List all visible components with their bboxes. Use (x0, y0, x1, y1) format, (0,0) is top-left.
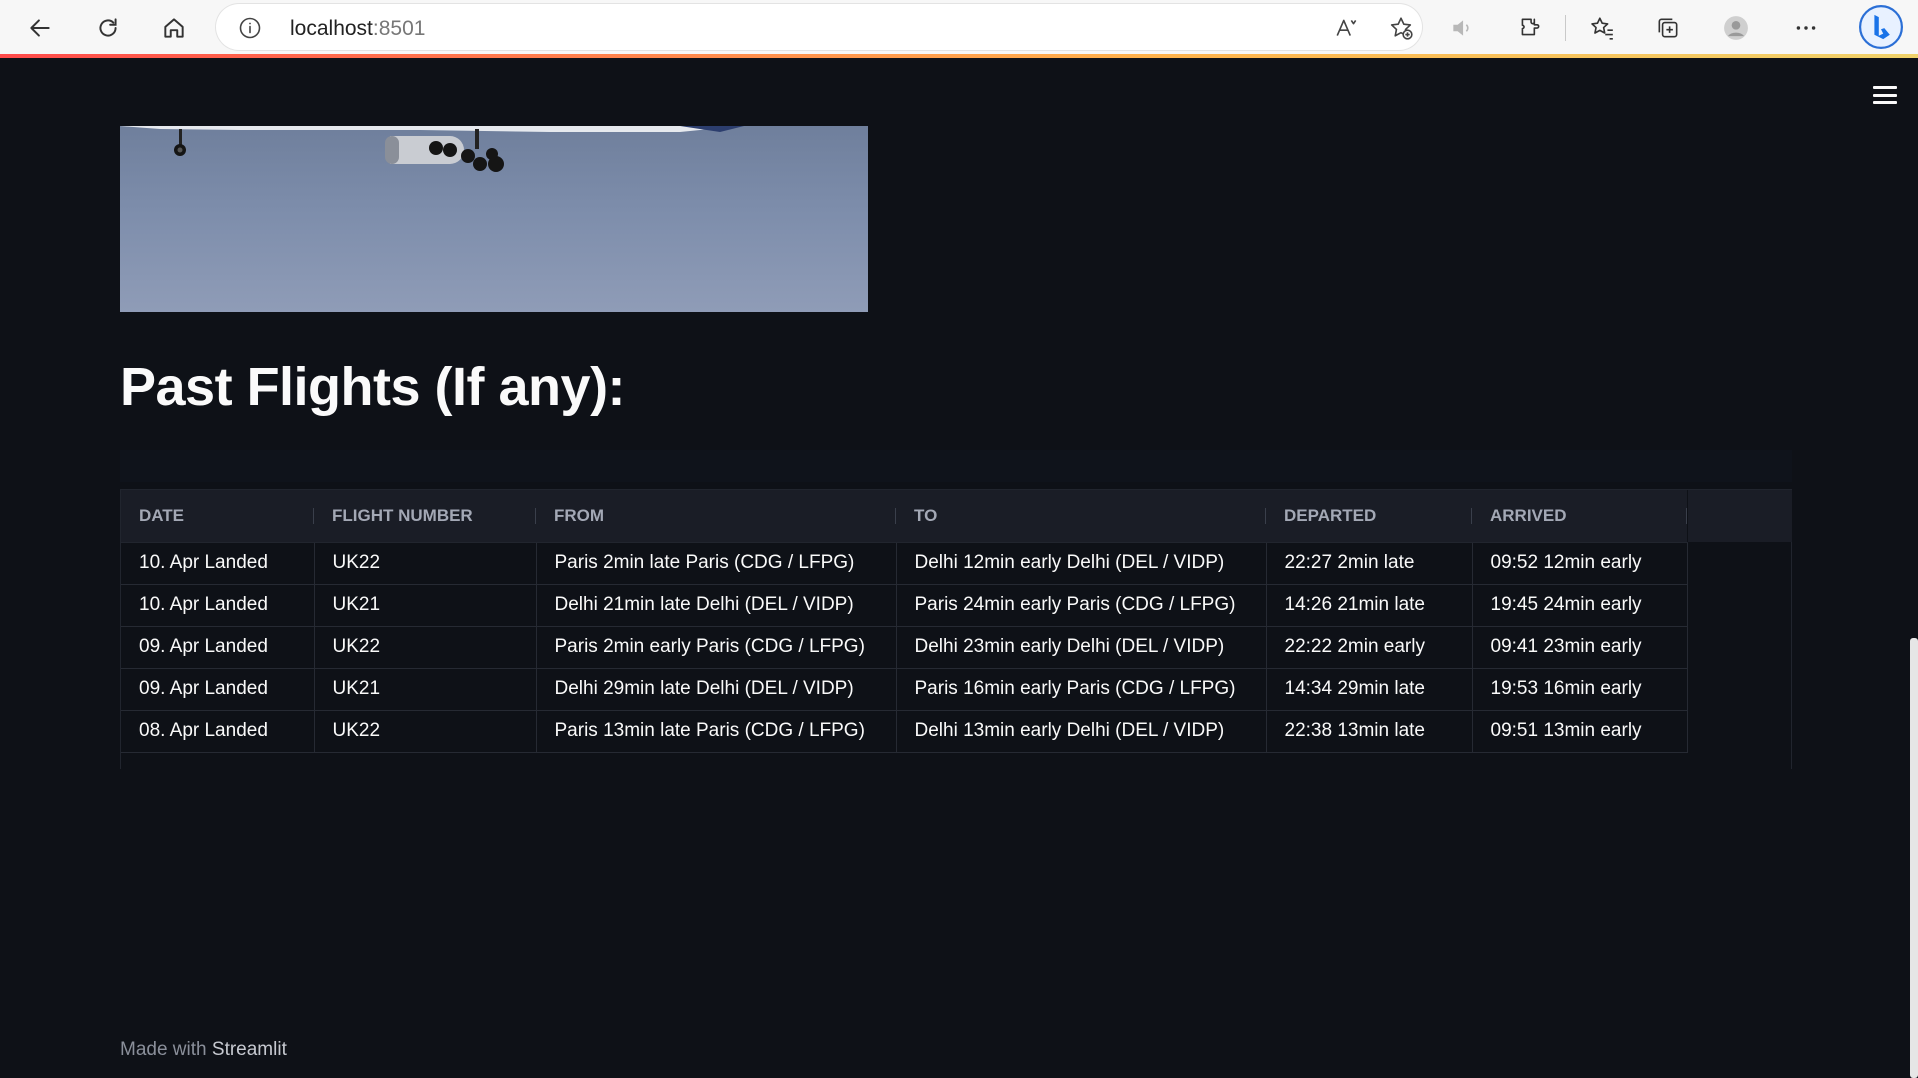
cell-arrived[interactable]: 19:45 24min early (1472, 584, 1688, 627)
more-icon[interactable] (1788, 10, 1824, 46)
browser-toolbar: localhost:8501 (0, 0, 1918, 56)
hamburger-menu-icon[interactable] (1870, 82, 1900, 108)
cell-to[interactable]: Delhi 23min early Delhi (DEL / VIDP) (896, 626, 1267, 669)
extensions-icon[interactable] (1512, 10, 1548, 46)
table-header-filler (1688, 490, 1792, 542)
cell-arrived[interactable]: 19:53 16min early (1472, 668, 1688, 711)
profile-icon[interactable] (1718, 10, 1754, 46)
column-header-to[interactable]: TO (896, 490, 1266, 543)
favorites-icon[interactable] (1584, 10, 1620, 46)
cell-flight-number[interactable]: UK22 (314, 626, 537, 669)
cell-departed[interactable]: 22:38 13min late (1266, 710, 1473, 753)
url-port: :8501 (372, 17, 426, 40)
flights-data-grid[interactable]: DATE FLIGHT NUMBER FROM TO DEPARTED ARRI… (121, 490, 1688, 753)
app-page: Past Flights (If any): DATE FLIGHT NUMBE… (0, 58, 1918, 1078)
url-host: localhost (290, 17, 373, 40)
cell-from[interactable]: Paris 2min early Paris (CDG / LFPG) (536, 626, 897, 669)
cell-flight-number[interactable]: UK21 (314, 668, 537, 711)
cell-arrived[interactable]: 09:51 13min early (1472, 710, 1688, 753)
table-toolbar-band (120, 450, 1792, 482)
aircraft-image (120, 126, 868, 312)
cell-date[interactable]: 10. Apr Landed (121, 542, 315, 585)
column-header-flight-number[interactable]: FLIGHT NUMBER (314, 490, 536, 543)
cell-from[interactable]: Delhi 29min late Delhi (DEL / VIDP) (536, 668, 897, 711)
cell-date[interactable]: 09. Apr Landed (121, 626, 315, 669)
cell-flight-number[interactable]: UK22 (314, 710, 537, 753)
cell-date[interactable]: 10. Apr Landed (121, 584, 315, 627)
bing-icon[interactable] (1858, 4, 1904, 50)
cell-departed[interactable]: 14:26 21min late (1266, 584, 1473, 627)
cell-to[interactable]: Delhi 13min early Delhi (DEL / VIDP) (896, 710, 1267, 753)
url-text[interactable]: localhost:8501 (290, 17, 425, 41)
cell-date[interactable]: 09. Apr Landed (121, 668, 315, 711)
cell-from[interactable]: Delhi 21min late Delhi (DEL / VIDP) (536, 584, 897, 627)
column-header-departed[interactable]: DEPARTED (1266, 490, 1472, 543)
page-heading: Past Flights (If any): (120, 357, 626, 417)
cell-to[interactable]: Paris 24min early Paris (CDG / LFPG) (896, 584, 1267, 627)
cell-flight-number[interactable]: UK22 (314, 542, 537, 585)
cell-from[interactable]: Paris 2min late Paris (CDG / LFPG) (536, 542, 897, 585)
cell-flight-number[interactable]: UK21 (314, 584, 537, 627)
footer-prefix: Made with (120, 1039, 207, 1060)
column-header-date[interactable]: DATE (121, 490, 314, 543)
cell-from[interactable]: Paris 13min late Paris (CDG / LFPG) (536, 710, 897, 753)
cell-departed[interactable]: 22:27 2min late (1266, 542, 1473, 585)
home-icon[interactable] (154, 8, 194, 48)
footer: Made with Streamlit (120, 1039, 287, 1061)
add-favorite-icon[interactable] (1386, 13, 1416, 43)
table-row[interactable]: 08. Apr Landed UK22 Paris 13min late Par… (121, 710, 1688, 753)
page-scrollbar[interactable] (1910, 638, 1918, 1078)
flights-table[interactable]: DATE FLIGHT NUMBER FROM TO DEPARTED ARRI… (120, 489, 1792, 769)
cell-to[interactable]: Paris 16min early Paris (CDG / LFPG) (896, 668, 1267, 711)
column-header-arrived[interactable]: ARRIVED (1472, 490, 1687, 543)
speaker-icon[interactable] (1444, 10, 1480, 46)
cell-arrived[interactable]: 09:41 23min early (1472, 626, 1688, 669)
cell-arrived[interactable]: 09:52 12min early (1472, 542, 1688, 585)
cell-departed[interactable]: 14:34 29min late (1266, 668, 1473, 711)
collections-icon[interactable] (1650, 10, 1686, 46)
aircraft-underside-graphic (120, 126, 744, 172)
table-header-row: DATE FLIGHT NUMBER FROM TO DEPARTED ARRI… (121, 490, 1687, 543)
back-icon[interactable] (20, 8, 60, 48)
refresh-icon[interactable] (88, 8, 128, 48)
table-row[interactable]: 10. Apr Landed UK22 Paris 2min late Pari… (121, 542, 1688, 585)
cell-to[interactable]: Delhi 12min early Delhi (DEL / VIDP) (896, 542, 1267, 585)
cell-departed[interactable]: 22:22 2min early (1266, 626, 1473, 669)
info-icon[interactable] (238, 16, 262, 40)
table-row[interactable]: 10. Apr Landed UK21 Delhi 21min late Del… (121, 584, 1688, 627)
toolbar-divider (1565, 15, 1566, 41)
footer-streamlit-link[interactable]: Streamlit (212, 1039, 287, 1060)
address-bar[interactable]: localhost:8501 (216, 4, 1422, 50)
column-header-from[interactable]: FROM (536, 490, 896, 543)
table-row[interactable]: 09. Apr Landed UK22 Paris 2min early Par… (121, 626, 1688, 669)
table-row[interactable]: 09. Apr Landed UK21 Delhi 29min late Del… (121, 668, 1688, 711)
cell-date[interactable]: 08. Apr Landed (121, 710, 315, 753)
read-aloud-icon[interactable] (1332, 13, 1362, 43)
